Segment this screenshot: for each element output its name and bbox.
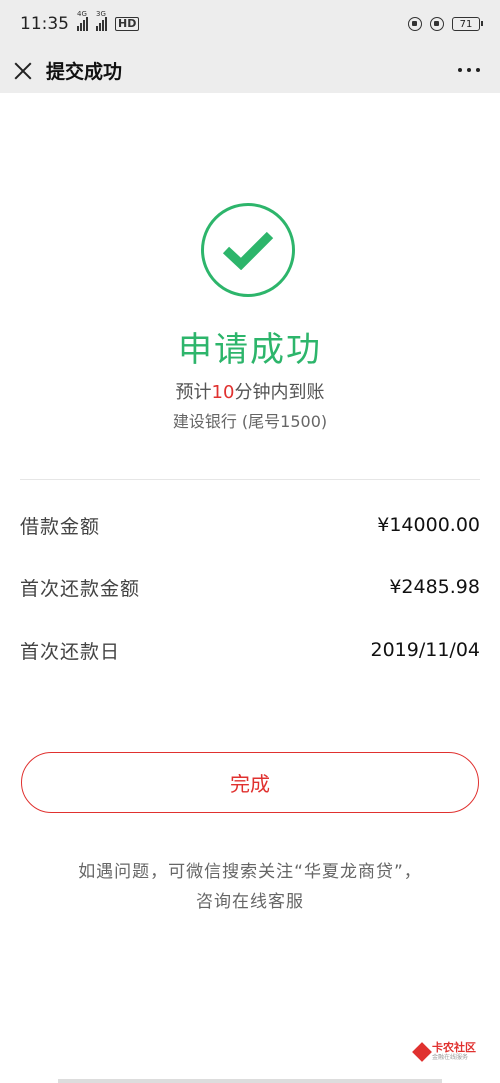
success-title: 申请成功: [178, 330, 322, 370]
page-title: 提交成功: [46, 61, 123, 83]
watermark-sub: 金融在线服务: [432, 1054, 469, 1061]
watermark-main: 卡农社区: [432, 1041, 476, 1054]
detail-value: 2019/11/04: [370, 639, 480, 661]
alarm-icon: [430, 17, 444, 31]
success-check-icon: [201, 203, 295, 297]
detail-label: 首次还款金额: [20, 577, 141, 600]
lock-icon: [408, 17, 422, 31]
estimate-prefix: 预计: [175, 382, 212, 403]
divider: [20, 479, 480, 480]
hd-icon: HD: [115, 17, 140, 31]
home-indicator: [58, 1079, 442, 1083]
net-label-4g: 4G: [77, 10, 87, 18]
signal-3g-icon: 3G: [96, 10, 107, 31]
arrival-estimate: 预计10分钟内到账: [0, 378, 500, 404]
watermark-logo: 卡农社区 金融在线服务: [412, 1041, 476, 1062]
signal-4g-icon: 4G: [77, 10, 88, 31]
detail-row-first-repayment-amount: 首次还款金额 ¥2485.98: [20, 572, 480, 602]
help-text-line1: 如遇问题，可微信搜索关注“华夏龙商贷”，: [78, 862, 422, 882]
net-label-3g: 3G: [96, 10, 106, 18]
more-options-icon[interactable]: [458, 68, 480, 72]
detail-value: ¥14000.00: [377, 514, 480, 536]
watermark-icon: [412, 1041, 432, 1062]
detail-row-loan-amount: 借款金额 ¥14000.00: [20, 510, 480, 540]
detail-row-first-repayment-date: 首次还款日 2019/11/04: [20, 635, 480, 665]
status-time: 11:35: [20, 14, 69, 34]
bank-info: 建设银行 (尾号1500): [172, 412, 328, 431]
detail-value: ¥2485.98: [389, 576, 480, 598]
estimate-suffix: 分钟内到账: [234, 382, 325, 403]
battery-level: 71: [459, 18, 473, 30]
status-right: 71: [408, 17, 483, 31]
status-bar: 11:35 4G 3G HD 71: [0, 0, 500, 48]
detail-label: 首次还款日: [20, 640, 121, 663]
estimate-minutes: 10: [211, 382, 235, 403]
battery-icon: 71: [452, 17, 483, 31]
nav-bar: 提交成功: [0, 48, 500, 93]
watermark-text: 卡农社区 金融在线服务: [432, 1042, 476, 1061]
status-left: 11:35 4G 3G HD: [20, 10, 140, 34]
done-button[interactable]: 完成: [21, 752, 479, 813]
help-text-line2: 咨询在线客服: [196, 892, 304, 912]
close-icon[interactable]: [12, 60, 34, 82]
detail-label: 借款金额: [20, 515, 101, 538]
